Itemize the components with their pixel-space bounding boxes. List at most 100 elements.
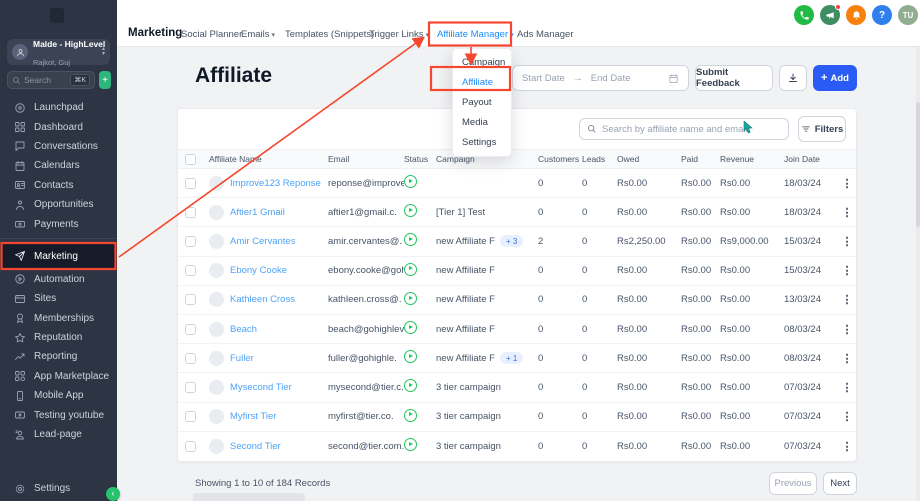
tab-trigger-links[interactable]: Trigger Links▾	[369, 29, 429, 40]
row-checkbox[interactable]	[185, 441, 196, 452]
table-row: Kathleen Cross kathleen.cross@. new Affi…	[178, 286, 856, 315]
select-all-checkbox[interactable]	[185, 154, 196, 165]
dropdown-item-media[interactable]: Media	[453, 113, 511, 133]
sidebar-item-memberships[interactable]: Memberships	[0, 309, 117, 328]
scrollbar-thumb[interactable]	[916, 102, 920, 227]
sidebar-item-opportunities[interactable]: Opportunities	[0, 195, 117, 214]
row-actions-menu[interactable]: ⋮	[836, 352, 858, 365]
sidebar-item-testing-youtube[interactable]: Testing youtube	[0, 405, 117, 424]
page-content: Affiliate Start Date → End Date Submit F…	[117, 47, 920, 501]
next-page-button[interactable]: Next	[823, 472, 857, 495]
row-checkbox[interactable]	[185, 411, 196, 422]
sidebar-item-calendars[interactable]: Calendars	[0, 156, 117, 175]
sidebar-search-input[interactable]	[24, 75, 64, 85]
affiliate-name-link[interactable]: Improve123 Reponse	[230, 178, 321, 189]
avatar	[209, 176, 224, 191]
tab-emails[interactable]: Emails▾	[241, 29, 275, 40]
sidebar-item-conversations[interactable]: Conversations	[0, 137, 117, 156]
row-checkbox[interactable]	[185, 178, 196, 189]
affiliate-search[interactable]	[579, 118, 789, 140]
sidebar-item-reporting[interactable]: Reporting	[0, 347, 117, 366]
sidebar-search[interactable]: ⌘K	[7, 71, 95, 89]
download-button[interactable]	[779, 65, 807, 91]
row-checkbox[interactable]	[185, 236, 196, 247]
megaphone-icon[interactable]	[820, 5, 840, 25]
row-checkbox[interactable]	[185, 353, 196, 364]
affiliate-name-link[interactable]: Myfirst Tier	[230, 411, 276, 422]
sidebar-item-app-marketplace[interactable]: App Marketplace	[0, 367, 117, 386]
table-row: Second Tier second@tier.com. 3 tier camp…	[178, 432, 856, 461]
payments-icon	[14, 218, 26, 230]
chevron-down-icon: ▾	[272, 32, 276, 39]
row-actions-menu[interactable]: ⋮	[836, 410, 858, 423]
dropdown-item-payout[interactable]: Payout	[453, 92, 511, 112]
previous-page-button[interactable]: Previous	[769, 472, 817, 495]
table-row: Improve123 Reponse reponse@improve. 0 0 …	[178, 169, 856, 198]
row-actions-menu[interactable]: ⋮	[836, 235, 858, 248]
affiliate-name-link[interactable]: Second Tier	[230, 441, 281, 452]
vertical-scrollbar[interactable]	[916, 47, 920, 501]
col-customers: Customers	[538, 154, 582, 164]
bell-icon[interactable]	[846, 5, 866, 25]
topbar: Marketing Social Planner Emails▾ Templat…	[117, 0, 920, 47]
sidebar-item-automation[interactable]: Automation	[0, 270, 117, 289]
status-active-icon	[404, 438, 417, 451]
sidebar-item-sites[interactable]: Sites	[0, 289, 117, 308]
affiliate-name-link[interactable]: Aftier1 Gmail	[230, 207, 285, 218]
sidebar-item-launchpad[interactable]: Launchpad	[0, 98, 117, 117]
row-checkbox[interactable]	[185, 207, 196, 218]
sidebar-item-settings[interactable]: Settings	[0, 479, 117, 498]
tab-ads-manager[interactable]: Ads Manager	[517, 29, 574, 40]
col-leads: Leads	[582, 154, 617, 164]
row-actions-menu[interactable]: ⋮	[836, 440, 858, 453]
row-actions-menu[interactable]: ⋮	[836, 206, 858, 219]
records-summary: Showing 1 to 10 of 184 Records	[195, 478, 330, 489]
sidebar-item-lead-page[interactable]: Lead-page	[0, 425, 117, 444]
sidebar-item-marketing[interactable]: Marketing	[0, 243, 117, 270]
sidebar-item-contacts[interactable]: Contacts	[0, 176, 117, 195]
row-checkbox[interactable]	[185, 265, 196, 276]
sidebar-collapse-button[interactable]: ‹	[106, 487, 120, 501]
submit-feedback-button[interactable]: Submit Feedback	[695, 65, 773, 91]
add-affiliate-button[interactable]: + Add	[813, 65, 857, 91]
affiliate-name-link[interactable]: Mysecond Tier	[230, 382, 292, 393]
row-actions-menu[interactable]: ⋮	[836, 381, 858, 394]
filters-button[interactable]: Filters	[798, 116, 846, 142]
help-icon[interactable]: ?	[872, 5, 892, 25]
row-checkbox[interactable]	[185, 324, 196, 335]
row-actions-menu[interactable]: ⋮	[836, 264, 858, 277]
sidebar-item-payments[interactable]: Payments	[0, 214, 117, 233]
row-actions-menu[interactable]: ⋮	[836, 177, 858, 190]
row-actions-menu[interactable]: ⋮	[836, 323, 858, 336]
dropdown-item-affiliate[interactable]: Affiliate	[453, 72, 511, 92]
tab-affiliate-manager[interactable]: Affiliate Manager▾	[437, 29, 514, 40]
sidebar-nav: Launchpad Dashboard Conversations Calend…	[0, 98, 117, 444]
table-row: Aftier1 Gmail aftier1@gmail.c. [Tier 1] …	[178, 198, 856, 227]
status-active-icon	[404, 263, 417, 276]
row-checkbox[interactable]	[185, 294, 196, 305]
user-avatar[interactable]: TU	[898, 5, 918, 25]
affiliate-name-link[interactable]: Beach	[230, 324, 257, 335]
date-range-picker[interactable]: Start Date → End Date	[512, 65, 689, 91]
dropdown-item-settings[interactable]: Settings	[453, 133, 511, 153]
row-checkbox[interactable]	[185, 382, 196, 393]
affiliate-name-link[interactable]: Fuller	[230, 353, 254, 364]
tab-templates-snippets[interactable]: Templates (Snippets)	[285, 29, 374, 40]
affiliate-name-link[interactable]: Kathleen Cross	[230, 294, 295, 305]
table-row: Fuller fuller@gohighle. new Affiliate F+…	[178, 344, 856, 373]
tab-social-planner[interactable]: Social Planner	[181, 29, 242, 40]
table-footer: Showing 1 to 10 of 184 Records Previous …	[177, 472, 857, 495]
phone-icon[interactable]	[794, 5, 814, 25]
sidebar-item-mobile-app[interactable]: Mobile App	[0, 386, 117, 405]
account-switcher[interactable]: Malde - HighLevel Rajkot, Guj ▴▾	[7, 39, 110, 65]
dropdown-item-campaign[interactable]: Campaign	[453, 52, 511, 72]
sidebar-quick-add-button[interactable]: +	[99, 71, 111, 89]
avatar	[209, 409, 224, 424]
row-actions-menu[interactable]: ⋮	[836, 293, 858, 306]
sidebar-item-reputation[interactable]: Reputation	[0, 328, 117, 347]
affiliate-name-link[interactable]: Ebony Cooke	[230, 265, 287, 276]
sidebar-item-dashboard[interactable]: Dashboard	[0, 117, 117, 136]
status-active-icon	[404, 204, 417, 217]
affiliate-search-input[interactable]	[602, 124, 762, 135]
affiliate-name-link[interactable]: Amir Cervantes	[230, 236, 295, 247]
